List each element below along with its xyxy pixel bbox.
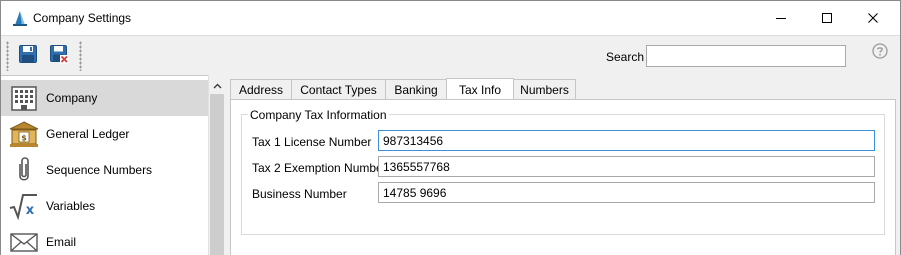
tab-label: Numbers [520,83,569,97]
scroll-up-button[interactable] [209,77,225,93]
title-bar: Company Settings [1,1,900,35]
search-input[interactable] [646,45,846,67]
save-and-close-button[interactable] [46,42,72,68]
toolbar-grip [6,41,9,71]
tax-2-exemption-number-input[interactable] [378,156,875,177]
tab-label: Banking [394,83,438,97]
window-title: Company Settings [33,11,132,25]
content-area: Address Contact Types Banking Tax Info N… [225,75,900,255]
svg-text:x: x [26,203,35,218]
svg-text:$: $ [21,134,27,143]
business-number-input[interactable] [378,182,875,203]
nav-item-general-ledger[interactable]: $ General Ledger [1,116,208,152]
toolbar-grip [79,41,82,71]
nav-item-label: Company [46,91,98,105]
save-close-icon [49,44,69,67]
business-number-label: Business Number [252,187,347,201]
tab-numbers[interactable]: Numbers [513,79,576,100]
tab-label: Contact Types [300,83,377,97]
nav-item-sequence-numbers[interactable]: Sequence Numbers [1,152,208,188]
tax-2-exemption-number-label: Tax 2 Exemption Number [252,161,387,175]
nav-item-label: Email [46,235,77,249]
paperclip-icon [9,155,39,185]
tab-label: Tax Info [458,82,502,97]
square-root-x-icon: x [9,191,39,221]
tax-1-license-number-input[interactable] [378,130,875,151]
tax-1-license-number-label: Tax 1 License Number [252,135,372,149]
close-button[interactable] [850,1,896,35]
chevron-up-icon [213,78,222,92]
maximize-button[interactable] [804,1,850,35]
minimize-button[interactable] [758,1,804,35]
nav-item-company[interactable]: Company [1,80,208,116]
nav-item-email[interactable]: Email [1,224,208,255]
tab-tax-info[interactable]: Tax Info [446,78,514,100]
nav-scrollbar[interactable] [208,75,225,255]
app-logo-icon [13,10,27,26]
settings-nav: Company $ General Ledger Sequence Number… [1,75,208,255]
nav-item-label: Variables [46,199,96,213]
tab-contact-types[interactable]: Contact Types [291,79,386,100]
save-button[interactable] [15,42,41,68]
nav-item-variables[interactable]: x Variables [1,188,208,224]
nav-item-label: General Ledger [46,127,130,141]
bank-ledger-icon: $ [9,119,39,149]
envelope-icon [9,227,39,255]
building-icon [9,83,39,113]
tab-banking[interactable]: Banking [385,79,447,100]
company-settings-window: Company Settings Search Company $ Genera… [0,0,901,255]
nav-item-label: Sequence Numbers [46,163,153,177]
toolbar: Search [1,35,900,75]
group-title: Company Tax Information [248,108,389,122]
save-icon [18,44,38,67]
help-icon[interactable] [872,43,888,59]
company-tax-information-group: Company Tax Information Tax 1 License Nu… [241,108,885,235]
search-label: Search [606,50,645,64]
tab-label: Address [238,83,284,97]
tab-address[interactable]: Address [230,79,292,100]
scroll-thumb[interactable] [210,94,224,255]
tax-info-panel: Company Tax Information Tax 1 License Nu… [230,99,896,255]
